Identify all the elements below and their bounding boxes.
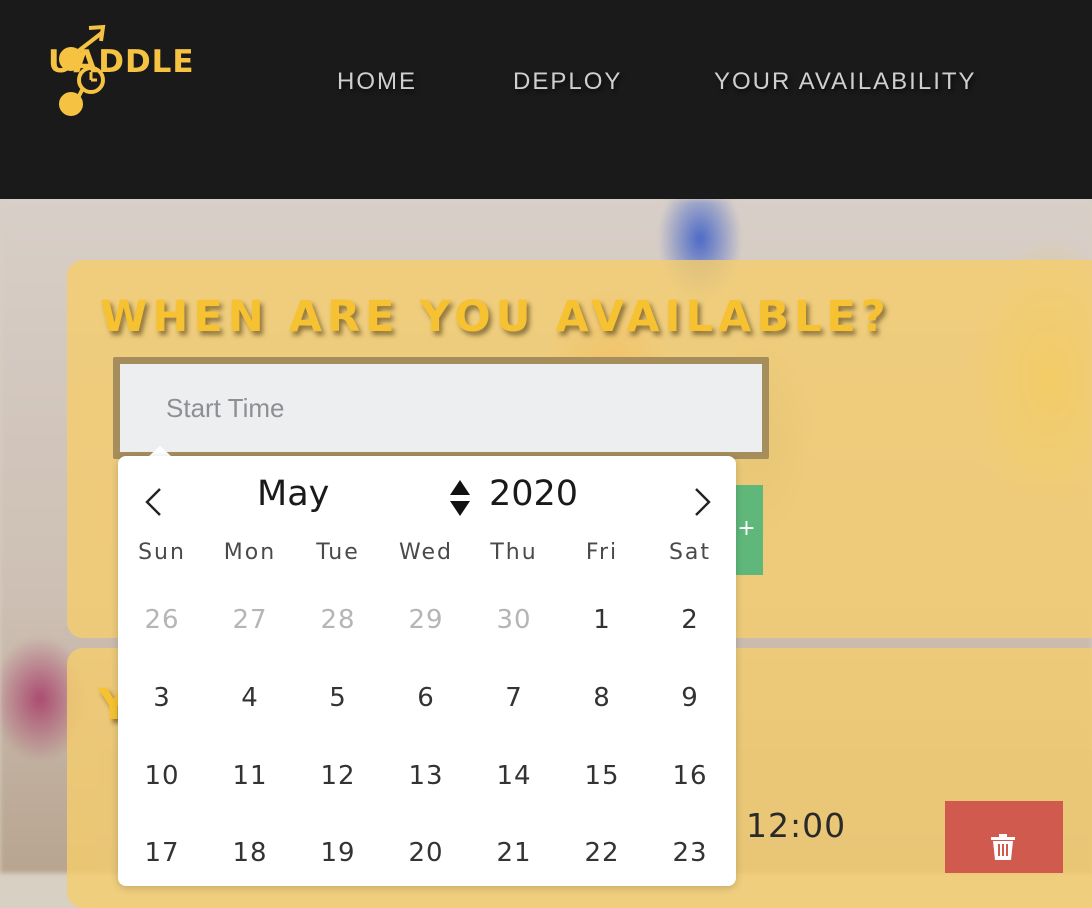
calendar-day[interactable]: 3 — [132, 683, 192, 713]
weekday-header: Thu — [490, 540, 538, 565]
availability-time: 12:00 — [746, 806, 847, 845]
calendar-day[interactable]: 5 — [308, 683, 368, 713]
top-navbar: UADDLE HOME DEPLOY YOUR AVAILABILITY — [0, 0, 1092, 199]
calendar-day[interactable]: 22 — [572, 838, 632, 868]
weekday-header: Mon — [223, 540, 277, 565]
calendar-day[interactable]: 26 — [132, 605, 192, 635]
calendar-year[interactable]: 2020 — [489, 474, 578, 514]
start-time-input[interactable] — [120, 364, 762, 452]
calendar-day[interactable]: 18 — [220, 838, 280, 868]
calendar-day[interactable]: 14 — [484, 761, 544, 791]
calendar-day[interactable]: 28 — [308, 605, 368, 635]
calendar-day[interactable]: 8 — [572, 683, 632, 713]
calendar-day[interactable]: 16 — [660, 761, 720, 791]
calendar-day[interactable]: 1 — [572, 605, 632, 635]
chevron-left-icon[interactable] — [140, 487, 168, 517]
calendar-day[interactable]: 30 — [484, 605, 544, 635]
weekday-header: Fri — [585, 540, 619, 565]
calendar-day[interactable]: 21 — [484, 838, 544, 868]
calendar-day[interactable]: 27 — [220, 605, 280, 635]
calendar-day[interactable]: 12 — [308, 761, 368, 791]
year-spinner-icon[interactable] — [449, 478, 471, 518]
trash-icon — [991, 834, 1015, 860]
calendar-day[interactable]: 4 — [220, 683, 280, 713]
nav-your-availability[interactable]: YOUR AVAILABILITY — [714, 68, 977, 96]
delete-button[interactable] — [945, 801, 1063, 873]
calendar-day[interactable]: 6 — [396, 683, 456, 713]
calendar-day[interactable]: 10 — [132, 761, 192, 791]
calendar-day[interactable]: 13 — [396, 761, 456, 791]
calendar-day[interactable]: 23 — [660, 838, 720, 868]
calendar-day[interactable]: 17 — [132, 838, 192, 868]
calendar-day[interactable]: 15 — [572, 761, 632, 791]
chevron-right-icon[interactable] — [688, 487, 716, 517]
calendar-day[interactable]: 29 — [396, 605, 456, 635]
weekday-header: Wed — [399, 540, 453, 565]
calendar-day[interactable]: 19 — [308, 838, 368, 868]
nav-deploy[interactable]: DEPLOY — [513, 68, 622, 96]
calendar-month[interactable]: May — [257, 474, 329, 514]
weekday-header: Tue — [316, 540, 360, 565]
calendar-day[interactable]: 9 — [660, 683, 720, 713]
brand-wordmark[interactable]: UADDLE — [48, 44, 195, 80]
calendar-day[interactable]: 11 — [220, 761, 280, 791]
calendar-day[interactable]: 7 — [484, 683, 544, 713]
availability-title: WHEN ARE YOU AVAILABLE? — [100, 292, 891, 342]
nav-home[interactable]: HOME — [337, 68, 417, 96]
calendar-day[interactable]: 2 — [660, 605, 720, 635]
date-picker-popup — [118, 456, 736, 886]
weekday-header: Sat — [668, 540, 712, 565]
calendar-day[interactable]: 20 — [396, 838, 456, 868]
weekday-header: Sun — [138, 540, 186, 565]
